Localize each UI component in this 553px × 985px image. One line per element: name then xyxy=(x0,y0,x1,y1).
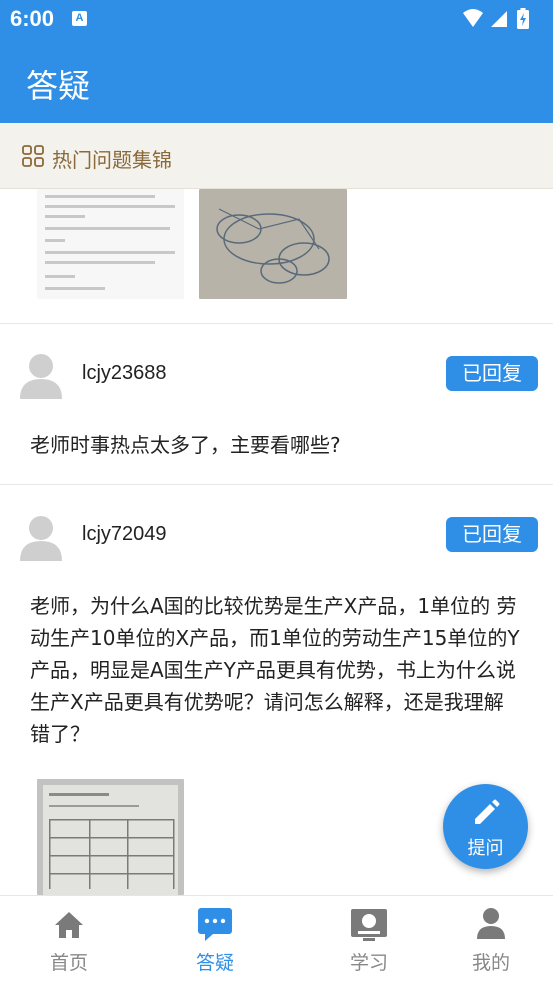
battery-charging-icon xyxy=(517,8,529,29)
status-time: 6:00 xyxy=(10,6,55,31)
app-bar: 答疑 xyxy=(0,37,553,123)
pencil-icon xyxy=(471,798,501,832)
hot-questions-bar[interactable]: 热门问题集锦 xyxy=(0,123,553,189)
grid-icon xyxy=(22,145,44,171)
nav-label: 答疑 xyxy=(195,952,234,974)
status-badge: 已回复 xyxy=(446,356,538,391)
person-icon xyxy=(471,906,511,942)
question-text[interactable]: 老师，为什么A国的比较优势是生产X产品，1单位的 劳动生产10单位的X产品，而1… xyxy=(30,590,520,750)
question-text[interactable]: 老师时事热点太多了，主要看哪些? xyxy=(30,429,520,461)
hot-questions-label: 热门问题集锦 xyxy=(52,148,172,172)
status-icons xyxy=(461,7,541,31)
bottom-nav: 首页 答疑 学习 我的 xyxy=(0,895,553,984)
ask-question-button[interactable]: 提问 xyxy=(443,784,528,869)
a-square-icon: A xyxy=(72,11,87,26)
video-icon xyxy=(349,906,389,942)
nav-label: 学习 xyxy=(349,952,388,974)
question-image[interactable] xyxy=(37,189,184,299)
question-image[interactable] xyxy=(199,189,347,299)
username: lcjy23688 xyxy=(82,362,167,384)
divider xyxy=(0,323,553,324)
status-badge: 已回复 xyxy=(446,517,538,552)
username: lcjy72049 xyxy=(82,523,167,545)
avatar xyxy=(20,515,62,561)
divider xyxy=(0,484,553,485)
nav-label: 首页 xyxy=(49,952,88,974)
wifi-icon xyxy=(463,9,483,27)
avatar xyxy=(20,353,62,399)
nav-item-home[interactable]: 首页 xyxy=(0,896,138,985)
nav-item-qa[interactable]: 答疑 xyxy=(146,896,284,985)
nav-label: 我的 xyxy=(471,952,510,974)
ask-question-label: 提问 xyxy=(467,838,504,859)
chat-bubble-icon xyxy=(195,906,235,942)
status-bar: 6:00 A xyxy=(0,0,553,37)
signal-icon xyxy=(491,11,507,27)
home-icon xyxy=(49,906,89,942)
question-image[interactable] xyxy=(37,779,184,895)
nav-item-me[interactable]: 我的 xyxy=(422,896,553,985)
page-title: 答疑 xyxy=(26,67,91,105)
nav-item-study[interactable]: 学习 xyxy=(300,896,438,985)
